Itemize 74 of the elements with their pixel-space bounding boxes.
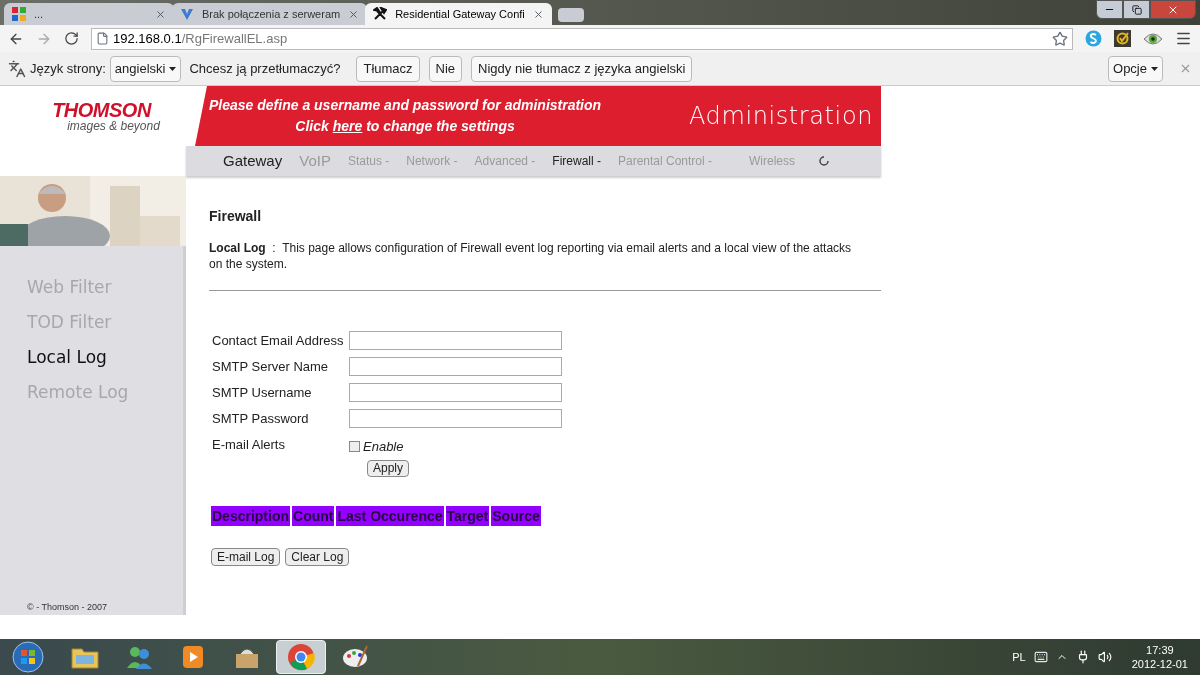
speaker-icon[interactable]: [1097, 650, 1112, 664]
nav-link[interactable]: Firewall -: [552, 152, 601, 170]
eye-icon[interactable]: [1143, 31, 1163, 46]
reload-icon[interactable]: [64, 31, 79, 46]
field-label: SMTP Server Name: [212, 358, 330, 376]
page-title: Administration: [688, 101, 873, 132]
people-icon[interactable]: [124, 644, 154, 670]
section-heading: Firewall: [209, 207, 263, 226]
minimize-button[interactable]: [1096, 0, 1123, 19]
url-path: /RgFirewallEL.asp: [181, 29, 288, 48]
tab-title: Residential Gateway Confi: [395, 6, 525, 22]
translate-bar-button[interactable]: Tłumacz: [356, 55, 420, 82]
text-field[interactable]: [349, 409, 562, 428]
table-header-cell: Last Occurence: [336, 505, 444, 526]
close-icon[interactable]: [155, 8, 166, 20]
field-label: SMTP Password: [212, 410, 310, 428]
here-link[interactable]: here: [332, 118, 363, 134]
checkbox[interactable]: [349, 441, 360, 453]
taskbar-app[interactable]: [276, 640, 326, 674]
log-button[interactable]: Clear Log: [285, 547, 350, 566]
restore-icon: [1131, 4, 1142, 15]
log-button[interactable]: E-mail Log: [211, 547, 281, 566]
translate-question: Chcesz ją przetłumaczyć?: [189, 59, 341, 78]
browser-tab[interactable]: ...: [4, 3, 174, 25]
extension-icon[interactable]: [1114, 30, 1131, 47]
chrome-icon[interactable]: [287, 643, 315, 671]
intro-text: Local Log : This page allows configuration of Firewall event log reporting via email alerts and a local view of the attacks on the system.: [209, 240, 853, 272]
text-field[interactable]: [349, 383, 562, 402]
language-indicator[interactable]: PL: [1012, 648, 1026, 666]
translate-bar-button[interactable]: Nie: [428, 55, 463, 82]
close-icon[interactable]: [532, 8, 544, 20]
field-label: E-mail Alerts: [212, 436, 286, 454]
caret-icon: [169, 66, 177, 71]
sidebar-link[interactable]: Local Log: [27, 340, 183, 375]
page-icon: [96, 32, 109, 45]
table-header-cell: Description: [211, 505, 290, 526]
table-header-cell: Count: [292, 505, 335, 526]
palette-icon[interactable]: [340, 644, 370, 670]
clock[interactable]: 17:39 2012-12-01: [1131, 643, 1188, 671]
copyright: © - Thomson - 2007: [27, 600, 108, 614]
loading-icon: [818, 155, 831, 167]
language-label: Język strony:: [30, 59, 106, 78]
apply-button[interactable]: Apply: [367, 459, 410, 477]
skype-icon[interactable]: [1085, 30, 1102, 47]
table-header-cell: Source: [491, 505, 541, 526]
address-bar[interactable]: 192.168.0.1/RgFirewallEL.asp: [91, 27, 1073, 50]
notice-text: Please define a username and password for administration: [209, 96, 602, 115]
translate-icon: [8, 59, 26, 78]
tools-icon: [373, 7, 388, 21]
new-tab-button[interactable]: [557, 8, 584, 22]
options-dropdown[interactable]: Opcje: [1108, 55, 1163, 82]
table-header-cell: Target: [445, 505, 490, 526]
url-host: 192.168.0.1: [113, 29, 182, 48]
menu-icon[interactable]: [1175, 30, 1192, 47]
language-dropdown[interactable]: angielski: [109, 55, 182, 82]
browser-tab[interactable]: Residential Gateway Confi: [365, 3, 552, 25]
keyboard-icon[interactable]: [1033, 650, 1048, 664]
text-field[interactable]: [349, 357, 562, 376]
field-label: Contact Email Address: [212, 332, 345, 350]
restore-button[interactable]: [1123, 0, 1150, 19]
star-icon[interactable]: [1052, 30, 1068, 47]
caret-icon: [1151, 66, 1158, 71]
close-icon[interactable]: [348, 8, 360, 20]
translate-bar-button[interactable]: Nigdy nie tłumacz z języka angielski: [471, 55, 693, 82]
checkbox-label: Enable: [363, 438, 404, 456]
field-label: SMTP Username: [212, 384, 313, 402]
grid-icon: [12, 7, 26, 21]
nav-link[interactable]: Gateway: [223, 149, 283, 173]
logo: THOMSON images & beyond: [51, 98, 161, 135]
text-field[interactable]: [349, 331, 562, 350]
tab-title: ...: [34, 6, 45, 22]
notice-text: Click here to change the settings: [295, 117, 515, 136]
browser-tab[interactable]: Brak połączenia z serweram: [172, 3, 368, 25]
tab-title: Brak połączenia z serweram: [202, 6, 341, 22]
